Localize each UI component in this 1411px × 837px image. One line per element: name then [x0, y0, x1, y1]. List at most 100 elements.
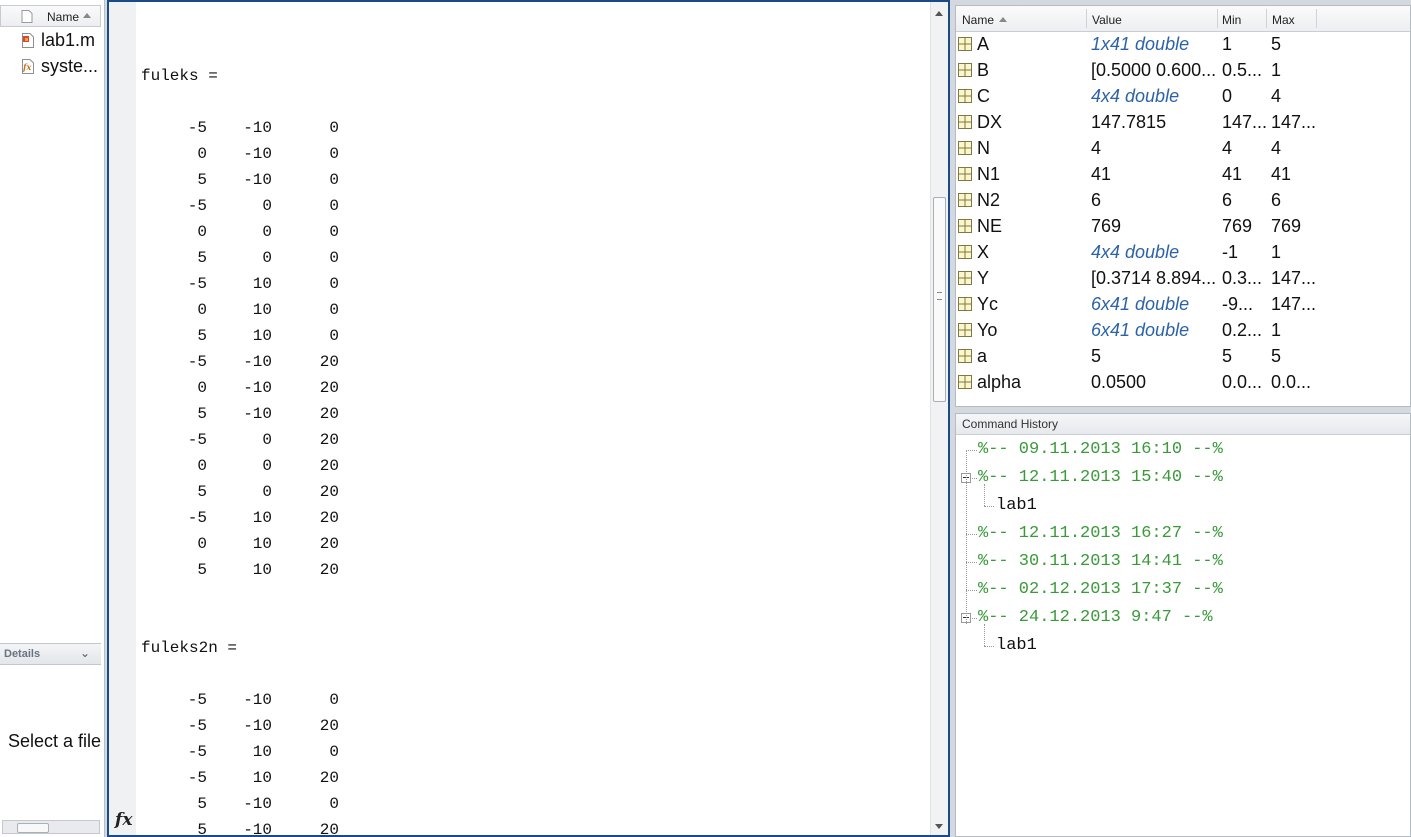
history-command-item[interactable]: lab1 [996, 492, 1037, 520]
history-session-header[interactable]: %-- 30.11.2013 14:41 --% [978, 548, 1223, 576]
matrix-row: -5 10 0 [141, 271, 391, 297]
variable-max: 1 [1271, 320, 1282, 340]
matrix-cell: 0 [329, 275, 339, 293]
workspace-column-header: Name Value Min Max [956, 6, 1410, 32]
column-min[interactable]: Min [1222, 13, 1241, 27]
variable-value: 4x4 double [1091, 86, 1180, 106]
command-history-title-bar[interactable]: Command History [956, 414, 1410, 435]
matrix-cell: 0 [262, 249, 272, 267]
output-variable-label: fuleks = [141, 67, 218, 85]
matrix-cell: 0 [329, 795, 339, 813]
workspace-panel: Name Value Min Max A 1x41 double 1 5 B [0.500… [955, 5, 1411, 407]
variable-max: 1 [1271, 242, 1282, 262]
matrix-cell: 20 [319, 509, 339, 527]
matrix-row: 5 10 0 [141, 323, 391, 349]
column-divider[interactable] [1266, 9, 1267, 28]
matrix-row: -5 -10 0 [141, 115, 391, 141]
folder-horizontal-scrollbar[interactable] [2, 820, 100, 834]
variable-value: 769 [1091, 216, 1122, 236]
matrix-cell: -10 [243, 795, 272, 813]
history-session-header[interactable]: %-- 24.12.2013 9:47 --% [978, 604, 1213, 632]
scrollbar-thumb[interactable] [17, 823, 49, 833]
variable-name: X [977, 242, 990, 262]
variable-max: 0.0... [1271, 372, 1312, 392]
workspace-variable-row[interactable]: Yc 6x41 double -9... 147... [956, 294, 1410, 320]
workspace-variable-row[interactable]: NE 769 769 769 [956, 216, 1410, 242]
tree-connector [966, 562, 977, 563]
scroll-up-arrow-icon[interactable] [935, 11, 943, 16]
command-window-vertical-scrollbar[interactable] [930, 2, 948, 835]
column-divider[interactable] [1316, 9, 1317, 28]
history-session-header[interactable]: %-- 09.11.2013 16:10 --% [978, 436, 1223, 464]
matrix-row: 5 10 20 [141, 557, 391, 583]
folder-column-header[interactable]: Name [0, 5, 101, 27]
matrix-row: -5 10 20 [141, 505, 391, 531]
column-divider[interactable] [1217, 9, 1218, 28]
workspace-variable-row[interactable]: DX 147.7815 147... 147... [956, 112, 1410, 138]
variable-min: 0 [1222, 86, 1233, 106]
command-output[interactable]: fuleks = -5 -10 0 0 -10 0 5 -10 0 -5 0 0 0 0 0 5 0 0 -5 10 0 0… [141, 2, 921, 835]
matrix-variable-icon [958, 167, 972, 181]
scroll-down-arrow-icon[interactable] [935, 824, 943, 829]
matrix-cell: -5 [187, 743, 207, 761]
matrix-variable-icon [958, 37, 972, 51]
variable-min: -1 [1222, 242, 1239, 262]
column-divider[interactable] [1086, 9, 1087, 28]
matrix-cell: -10 [243, 821, 272, 837]
details-header[interactable]: Details ⌄ [0, 643, 101, 665]
matrix-cell: 0 [197, 223, 207, 241]
variable-min: 1 [1222, 34, 1233, 54]
matrix-cell: 20 [319, 353, 339, 371]
matrix-cell: 0 [329, 249, 339, 267]
matrix-cell: 0 [197, 535, 207, 553]
variable-min: 147... [1222, 112, 1268, 132]
workspace-variable-row[interactable]: N 4 4 4 [956, 138, 1410, 164]
matrix-row: 5 0 20 [141, 479, 391, 505]
workspace-variable-row[interactable]: Y [0.3714 8.894... 0.3... 147... [956, 268, 1410, 294]
variable-name: NE [977, 216, 1003, 236]
variable-name: DX [977, 112, 1003, 132]
scrollbar-thumb[interactable] [933, 197, 946, 402]
command-window[interactable]: fuleks = -5 -10 0 0 -10 0 5 -10 0 -5 0 0 0 0 0 5 0 0 -5 10 0 0… [107, 0, 950, 837]
matrix-variable-icon [958, 245, 972, 259]
matrix-cell: 10 [252, 535, 272, 553]
matrix-cell: 20 [319, 769, 339, 787]
matrix-row: -5 0 20 [141, 427, 391, 453]
name-column-label[interactable]: Name [47, 10, 79, 24]
matrix-cell: 0 [329, 197, 339, 215]
workspace-variable-row[interactable]: a 5 5 5 [956, 346, 1410, 372]
matrix-cell: 0 [197, 379, 207, 397]
workspace-variable-row[interactable]: N1 41 41 41 [956, 164, 1410, 190]
workspace-variable-row[interactable]: B [0.5000 0.600... 0.5... 1 [956, 60, 1410, 86]
sort-ascending-icon [999, 17, 1007, 22]
history-session-header[interactable]: %-- 12.11.2013 16:27 --% [978, 520, 1223, 548]
workspace-variable-row[interactable]: C 4x4 double 0 4 [956, 86, 1410, 112]
workspace-variable-row[interactable]: X 4x4 double -1 1 [956, 242, 1410, 268]
chevron-down-icon[interactable]: ⌄ [80, 646, 90, 660]
matrix-cell: 0 [197, 457, 207, 475]
column-value[interactable]: Value [1092, 13, 1122, 27]
tree-connector [984, 624, 985, 646]
variable-max: 769 [1271, 216, 1302, 236]
history-session-header[interactable]: %-- 02.12.2013 17:37 --% [978, 576, 1223, 604]
matrix-cell: 10 [252, 743, 272, 761]
variable-value: 4 [1091, 138, 1102, 158]
file-list-item[interactable]: lab1.m [20, 30, 104, 52]
workspace-variable-row[interactable]: N2 6 6 6 [956, 190, 1410, 216]
workspace-variable-row[interactable]: A 1x41 double 1 5 [956, 34, 1410, 60]
column-max[interactable]: Max [1272, 13, 1295, 27]
column-name[interactable]: Name [962, 13, 994, 27]
history-session-header[interactable]: %-- 12.11.2013 15:40 --% [978, 464, 1223, 492]
variable-max: 147... [1271, 294, 1317, 314]
matrix-row: 0 -10 0 [141, 141, 391, 167]
file-list-item[interactable]: fx syste... [20, 56, 104, 78]
matrix-cell: -5 [187, 353, 207, 371]
matrix-cell: 0 [329, 691, 339, 709]
matrix-cell: 0 [262, 197, 272, 215]
workspace-variable-row[interactable]: alpha 0.0500 0.0... 0.0... [956, 372, 1410, 398]
matrix-cell: -5 [187, 717, 207, 735]
variable-min: 0.2... [1222, 320, 1263, 340]
history-command-item[interactable]: lab1 [996, 632, 1037, 660]
workspace-variable-row[interactable]: Yo 6x41 double 0.2... 1 [956, 320, 1410, 346]
function-browser-icon[interactable]: fx [115, 810, 132, 830]
